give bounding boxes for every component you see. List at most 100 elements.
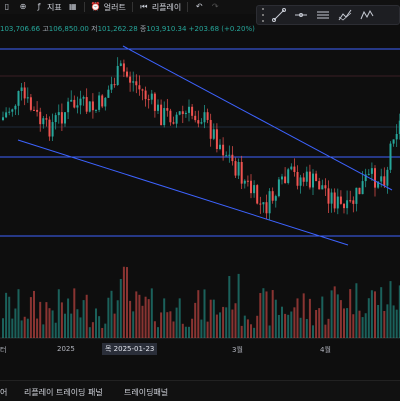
- volume-bar: [88, 327, 91, 338]
- volume-bar: [36, 318, 39, 338]
- volume-bar: [178, 298, 181, 338]
- candle-body: [287, 169, 290, 183]
- volume-bar: [2, 318, 4, 338]
- candle-body: [389, 143, 392, 170]
- candle-body: [119, 63, 122, 66]
- indicators-button[interactable]: ƒ 지표: [34, 2, 62, 13]
- volume-bar: [191, 318, 194, 338]
- candle-body: [321, 185, 324, 190]
- volume-bar: [126, 267, 128, 338]
- volume-bar: [370, 290, 373, 338]
- candle-body: [157, 104, 159, 111]
- candle-body: [250, 180, 252, 194]
- candle-body: [296, 172, 299, 186]
- candle-body: [129, 76, 132, 83]
- candle-body: [141, 89, 144, 91]
- trend-line-icon[interactable]: [269, 7, 289, 23]
- parallel-channel-icon[interactable]: [313, 7, 333, 23]
- volume-bar: [113, 313, 116, 338]
- candle-body: [178, 111, 181, 115]
- alert-label: 얼러트: [103, 2, 126, 12]
- change-value: +203.68 (+0.20%): [188, 25, 255, 33]
- drag-handle-icon[interactable]: [259, 8, 267, 22]
- volume-bar: [395, 309, 398, 338]
- candle-body: [265, 202, 268, 214]
- candle-body: [11, 109, 14, 112]
- horizontal-line-icon[interactable]: [291, 7, 311, 23]
- pattern-icon[interactable]: [357, 7, 377, 23]
- bottom-tab[interactable]: 어: [0, 387, 7, 398]
- candle-body: [246, 180, 249, 182]
- high-value: 106,850.00: [48, 25, 89, 33]
- volume-bar: [150, 288, 153, 338]
- candle-body: [26, 97, 29, 99]
- volume-bar: [119, 278, 122, 338]
- candle-body: [17, 91, 20, 106]
- layout-grid-button[interactable]: ▦: [68, 2, 78, 12]
- candle-body: [380, 176, 383, 182]
- volume-bar: [110, 290, 113, 338]
- volume-bar: [312, 325, 314, 338]
- price-chart[interactable]: [0, 35, 400, 341]
- crosshair-time-label: 목 2025-01-23: [102, 343, 158, 355]
- volume-bar: [54, 322, 57, 338]
- candle-body: [318, 181, 321, 190]
- volume-bar: [39, 301, 42, 338]
- candle-body: [76, 105, 79, 108]
- volume-bar: [169, 311, 172, 338]
- volume-bar: [67, 298, 70, 338]
- candle-body: [14, 105, 17, 110]
- candle-body: [85, 97, 88, 112]
- candle-body: [135, 81, 138, 86]
- layout-icon[interactable]: ▯: [2, 2, 12, 12]
- candle-body: [104, 97, 107, 107]
- redo-icon[interactable]: ↷: [210, 2, 220, 12]
- replay-button[interactable]: ⏮ 리플레이: [139, 2, 181, 13]
- volume-bar: [85, 294, 88, 338]
- candle-body: [188, 106, 190, 113]
- volume-bar: [129, 300, 132, 338]
- volume-bar: [153, 321, 156, 338]
- candle-body: [333, 192, 336, 209]
- toolbar-divider: [131, 2, 133, 12]
- volume-bar: [57, 289, 60, 338]
- bottom-tab-trading-panel[interactable]: 트레이딩패널: [124, 387, 168, 398]
- alert-button[interactable]: ⏰ 얼러트: [91, 2, 126, 13]
- candle-body: [268, 191, 271, 214]
- compare-button[interactable]: ⊕: [18, 2, 28, 12]
- candle-body: [343, 203, 345, 209]
- volume-bar: [132, 311, 135, 338]
- candle-body: [349, 200, 352, 202]
- indicators-label: 지표: [47, 2, 62, 12]
- volume-bar: [11, 318, 14, 338]
- bottom-tab-replay-trading[interactable]: 리플레이 트레이딩 패널: [24, 387, 103, 398]
- candle-body: [172, 122, 175, 124]
- volume-bar: [135, 291, 138, 338]
- candle-body: [274, 196, 277, 201]
- volume-bar: [147, 299, 150, 338]
- volume-bar: [33, 290, 35, 338]
- candle-body: [339, 196, 342, 204]
- candle-body: [101, 95, 104, 107]
- undo-icon[interactable]: ↶: [194, 2, 204, 12]
- close-value: 103,910.34: [146, 25, 187, 33]
- candle-body: [116, 65, 119, 86]
- volume-bar: [209, 299, 212, 338]
- volume-bar: [346, 308, 349, 338]
- candle-body: [203, 112, 206, 123]
- low-value: 101,262.28: [97, 25, 138, 33]
- time-axis-label: 4월: [320, 346, 331, 354]
- volume-bar: [324, 324, 327, 338]
- candle-body: [163, 108, 166, 126]
- volume-bar: [184, 326, 187, 338]
- candle-body: [330, 192, 333, 204]
- fib-retracement-icon[interactable]: [335, 7, 355, 23]
- volume-bar: [262, 288, 265, 338]
- candle-body: [262, 202, 265, 205]
- volume-bar: [389, 281, 392, 338]
- candle-body: [73, 99, 76, 108]
- volume-bar: [367, 298, 370, 338]
- volume-bar: [355, 283, 358, 338]
- volume-bar: [203, 289, 206, 338]
- candle-body: [237, 161, 240, 176]
